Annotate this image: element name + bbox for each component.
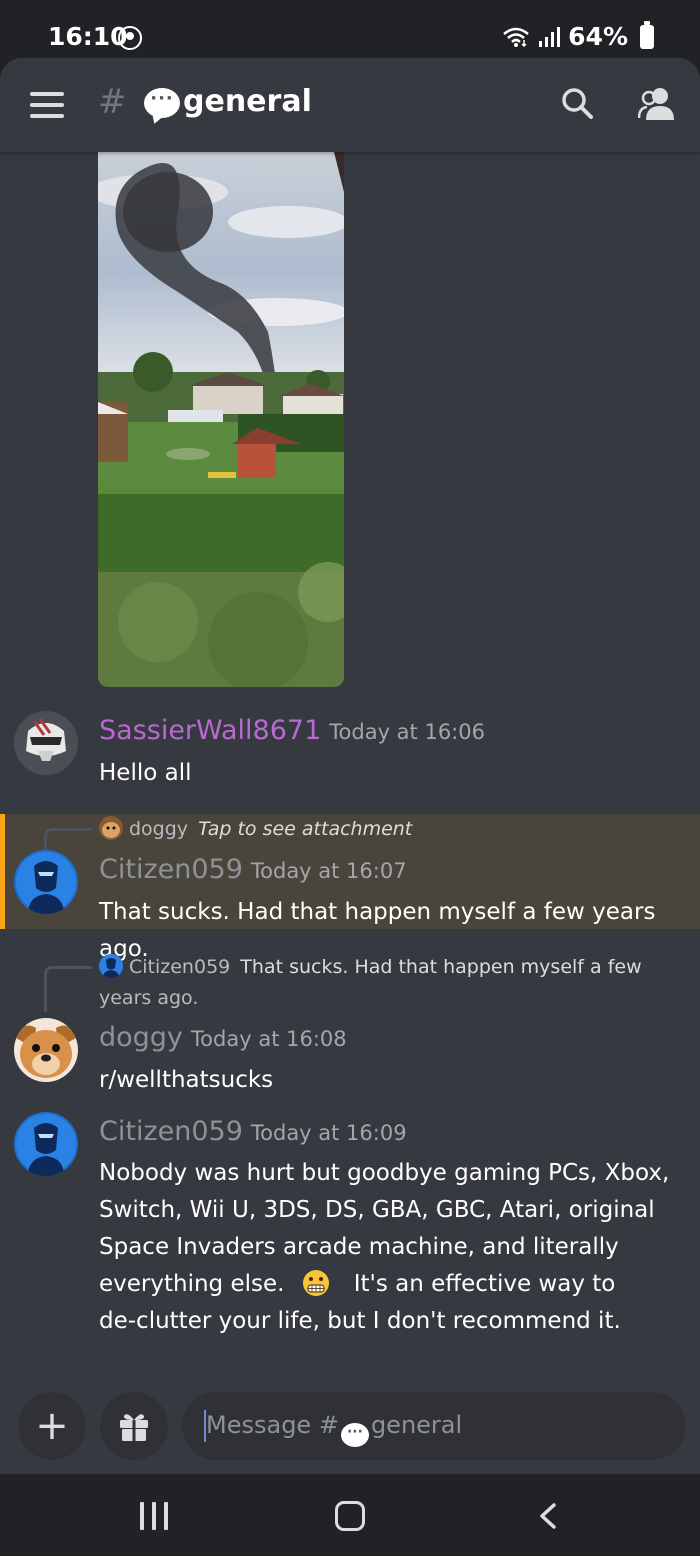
message-content: Hello all — [99, 760, 192, 786]
message-author[interactable]: Citizen059 — [99, 854, 243, 885]
channel-header: # ··· general — [0, 58, 700, 152]
speech-bubble-icon: ··· — [340, 1423, 369, 1447]
reply-author: Citizen059 — [129, 956, 231, 978]
gift-icon — [120, 1414, 148, 1441]
reply-connector — [44, 966, 92, 1012]
search-icon[interactable] — [560, 86, 594, 120]
message-header: SassierWall8671 Today at 16:06 — [99, 715, 485, 746]
placeholder-prefix: Message # — [206, 1411, 339, 1439]
reply-content: Tap to see attachment — [198, 818, 413, 840]
avatar[interactable] — [14, 1018, 78, 1082]
reply-connector — [44, 828, 92, 850]
message-content: Nobody was hurt but goodbye gaming PCs, … — [99, 1155, 689, 1340]
message-line-text: It's an effective way to — [353, 1271, 616, 1297]
message-line: everything else. It's an effective way t… — [99, 1266, 689, 1303]
message-content: r/wellthatsucks — [99, 1067, 274, 1093]
hamburger-menu-icon[interactable] — [30, 92, 64, 118]
wifi-icon — [503, 27, 529, 47]
reply-author: doggy — [129, 818, 189, 840]
message-timestamp: Today at 16:07 — [250, 859, 407, 883]
message-author[interactable]: doggy — [99, 1022, 183, 1053]
message-header: doggy Today at 16:08 — [99, 1022, 347, 1053]
grimacing-face-icon — [302, 1270, 329, 1296]
message-line: Space Invaders arcade machine, and liter… — [99, 1234, 619, 1260]
message-line: Nobody was hurt but goodbye gaming PCs, … — [99, 1160, 670, 1186]
signal-icon — [539, 26, 561, 47]
members-icon[interactable] — [638, 86, 678, 120]
message-input-placeholder: Message # ··· general — [206, 1411, 462, 1447]
account-icon — [118, 26, 142, 50]
speech-bubble-icon: ··· — [144, 88, 180, 118]
reply-content: That sucks. Had that happen myself a few — [240, 956, 642, 978]
battery-percent: 64% — [568, 22, 628, 51]
message-input[interactable]: Message # ··· general — [182, 1392, 686, 1460]
message-author[interactable]: Citizen059 — [99, 1116, 243, 1147]
reply-avatar — [99, 816, 123, 840]
status-time: 16:10 — [48, 22, 128, 51]
battery-icon — [640, 20, 654, 49]
reply-avatar — [99, 954, 123, 978]
reply-preview[interactable]: Citizen059 That sucks. Had that happen m… — [99, 952, 642, 982]
gift-button[interactable] — [100, 1392, 168, 1460]
attachment-photo[interactable] — [98, 152, 344, 687]
avatar[interactable] — [14, 850, 78, 914]
add-attachment-button[interactable]: + — [18, 1392, 86, 1460]
message-header: Citizen059 Today at 16:09 — [99, 1116, 407, 1147]
reply-content-continued: years ago. — [99, 987, 199, 1009]
status-indicators: 64% — [502, 20, 654, 51]
message-header: Citizen059 Today at 16:07 — [99, 854, 407, 885]
home-icon[interactable] — [335, 1501, 365, 1531]
system-navigation-bar — [0, 1474, 700, 1556]
reply-preview[interactable]: doggy Tap to see attachment — [99, 814, 412, 844]
message-line: Switch, Wii U, 3DS, DS, GBA, GBC, Atari,… — [99, 1197, 655, 1223]
message-line: de-clutter your life, but I don't recomm… — [99, 1308, 621, 1334]
message-timestamp: Today at 16:09 — [250, 1121, 407, 1145]
channel-hash-icon: # — [98, 82, 127, 122]
back-icon[interactable] — [538, 1503, 560, 1529]
message-timestamp: Today at 16:06 — [329, 720, 485, 744]
message-composer: + Message # ··· general — [0, 1388, 700, 1474]
status-bar: 16:10 64% — [0, 0, 700, 60]
avatar[interactable] — [14, 1112, 78, 1176]
recent-apps-icon[interactable] — [140, 1502, 168, 1530]
channel-title[interactable]: general — [183, 84, 312, 119]
message-timestamp: Today at 16:08 — [190, 1027, 347, 1051]
message-author[interactable]: SassierWall8671 — [99, 715, 321, 746]
chat-app: # ··· general SassierWall8671 Today at 1… — [0, 58, 700, 1474]
message-line-text: everything else. — [99, 1271, 285, 1297]
avatar[interactable] — [14, 711, 78, 775]
placeholder-channel: general — [370, 1411, 463, 1439]
plus-icon: + — [35, 1403, 69, 1449]
